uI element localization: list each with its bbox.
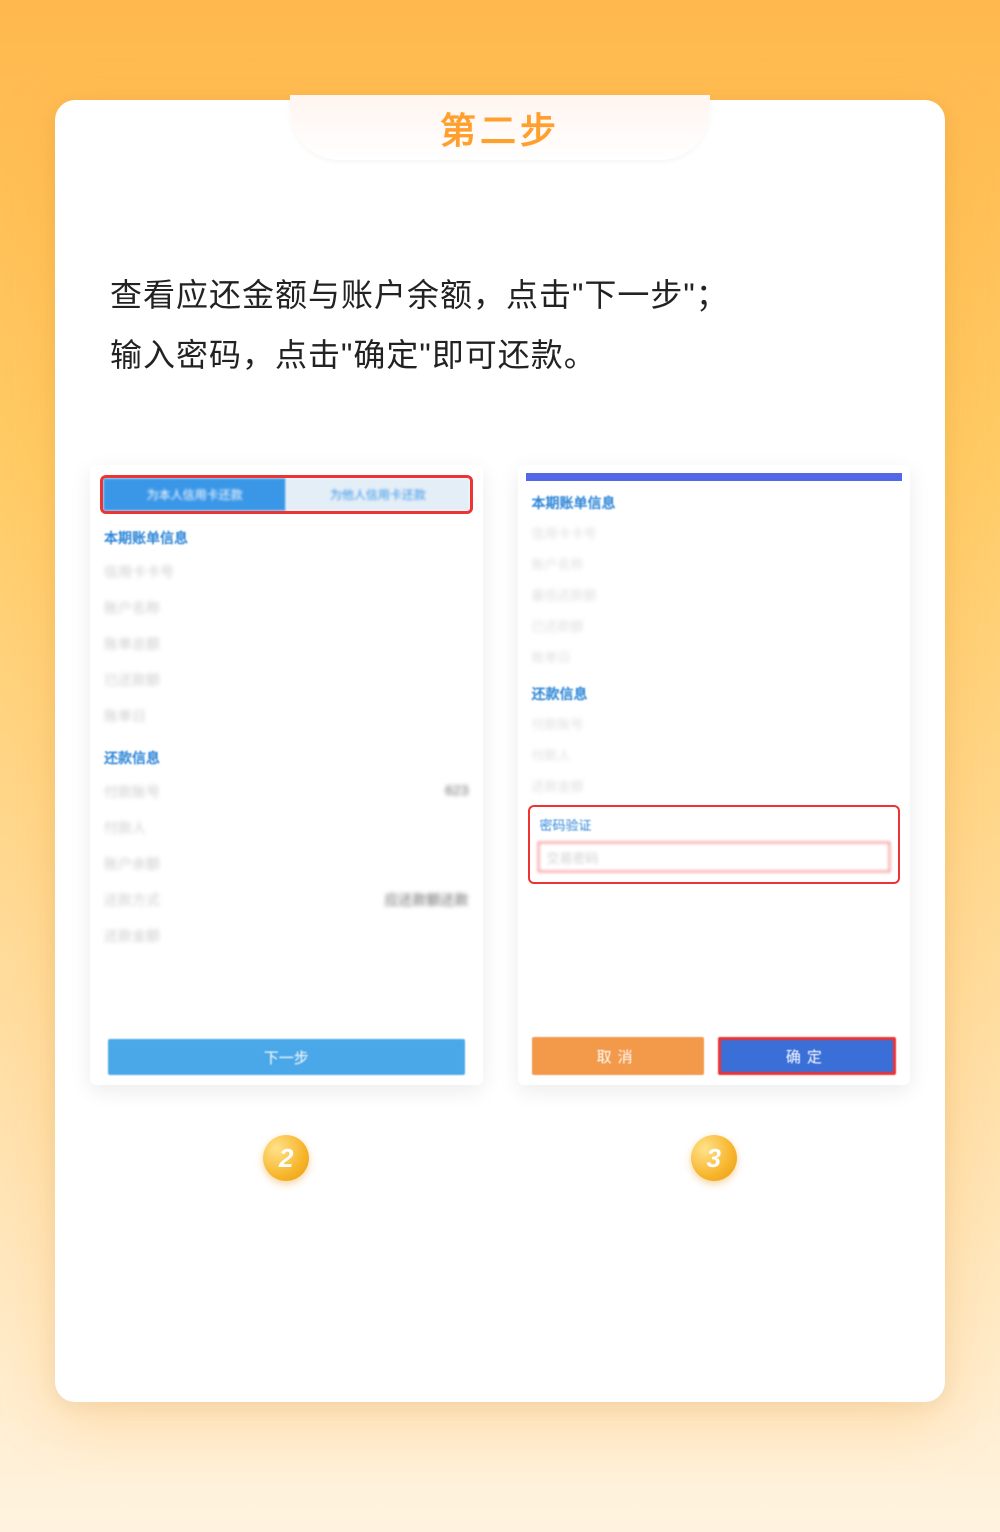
step-badges: 2 3 — [90, 1135, 910, 1181]
description-line-2: 输入密码，点击"确定"即可还款。 — [110, 325, 890, 385]
row-paid: 已还款额 — [90, 662, 483, 698]
step-header: 第二步 — [290, 95, 710, 160]
next-step-button[interactable]: 下一步 — [108, 1039, 465, 1075]
r-row-paid: 已还款额 — [518, 610, 911, 641]
password-verify-title: 密码验证 — [530, 807, 899, 838]
instruction-card: 第二步 查看应还金额与账户余额，点击"下一步"； 输入密码，点击"确定"即可还款… — [55, 100, 945, 1402]
row-repay-amount: 还款金额 — [90, 918, 483, 954]
badge-3: 3 — [691, 1135, 737, 1181]
row-repay-method: 还款方式 应还款额还款 — [90, 882, 483, 918]
tab-other-repay[interactable]: 为他人信用卡还款 — [286, 478, 469, 511]
r-row-amount: 还款金额 — [518, 770, 911, 801]
password-input[interactable]: 交易密码 — [538, 842, 891, 872]
r-row-card: 信用卡卡号 — [518, 517, 911, 548]
badge-2: 2 — [263, 1135, 309, 1181]
row-card-number: 信用卡卡号 — [90, 554, 483, 590]
row-balance: 账户余额 — [90, 846, 483, 882]
row-payer: 付款人 — [90, 810, 483, 846]
phone-screenshot-3: 本期账单信息 信用卡卡号 账户名称 最低还款额 已还款额 账单日 还款信息 付款… — [518, 465, 911, 1085]
action-buttons: 取消 确定 — [532, 1037, 897, 1075]
r-row-min: 最低还款额 — [518, 579, 911, 610]
password-section-highlight: 密码验证 交易密码 — [528, 805, 901, 884]
row-bill-total: 账单总额 — [90, 626, 483, 662]
phone-top-bar — [526, 473, 903, 481]
step-title: 第二步 — [440, 102, 560, 154]
row-bill-date: 账单日 — [90, 698, 483, 734]
repay-tabs: 为本人信用卡还款 为他人信用卡还款 — [100, 475, 473, 514]
step-description: 查看应还金额与账户余额，点击"下一步"； 输入密码，点击"确定"即可还款。 — [110, 265, 890, 385]
phone-screenshot-2: 为本人信用卡还款 为他人信用卡还款 本期账单信息 信用卡卡号 账户名称 账单总额… — [90, 465, 483, 1085]
confirm-button[interactable]: 确定 — [718, 1037, 896, 1075]
r-row-date: 账单日 — [518, 641, 911, 672]
screenshot-row: 为本人信用卡还款 为他人信用卡还款 本期账单信息 信用卡卡号 账户名称 账单总额… — [90, 465, 910, 1085]
description-line-1: 查看应还金额与账户余额，点击"下一步"； — [110, 265, 890, 325]
repay-info-title: 还款信息 — [90, 734, 483, 774]
bill-info-title: 本期账单信息 — [90, 514, 483, 554]
row-account-name: 账户名称 — [90, 590, 483, 626]
repay-method-value: 应还款额还款 — [385, 890, 469, 910]
cancel-button[interactable]: 取消 — [532, 1037, 704, 1075]
tab-self-repay[interactable]: 为本人信用卡还款 — [103, 478, 286, 511]
repay-info-title-r: 还款信息 — [518, 672, 911, 708]
r-row-name: 账户名称 — [518, 548, 911, 579]
row-pay-account: 付款账号 623 — [90, 774, 483, 810]
bill-info-title-r: 本期账单信息 — [518, 481, 911, 517]
r-row-payer: 付款人 — [518, 739, 911, 770]
pay-account-value: 623 — [445, 782, 468, 802]
r-row-account: 付款账号 — [518, 708, 911, 739]
